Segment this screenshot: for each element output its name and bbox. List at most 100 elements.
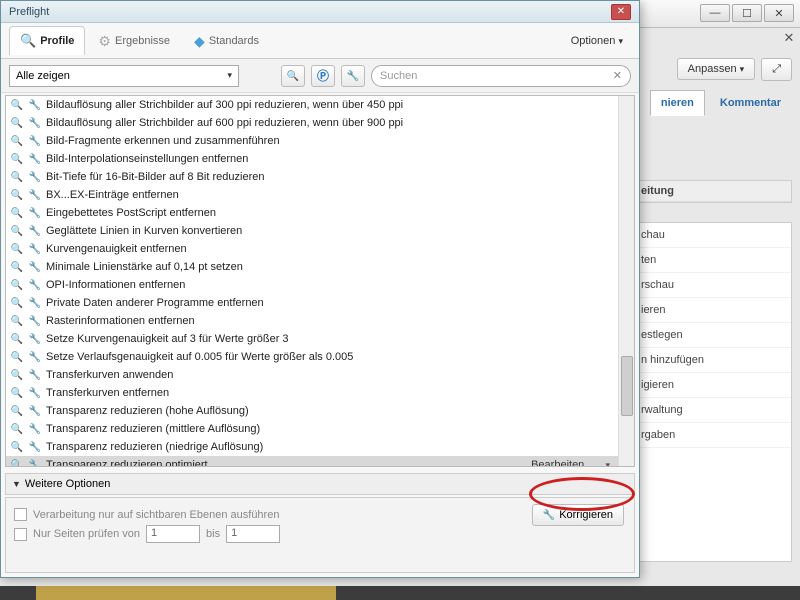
visible-layers-checkbox[interactable]: [14, 508, 27, 521]
magnifier-icon: [10, 368, 24, 382]
magnifier-icon: [10, 278, 24, 292]
dialog-titlebar: Preflight ✕: [1, 1, 639, 23]
magnifier-icon: [10, 224, 24, 238]
search-input[interactable]: Suchen ✕: [371, 65, 631, 87]
side-panel-item[interactable]: igieren: [633, 373, 791, 398]
tool-find-icon[interactable]: [281, 65, 305, 87]
list-item[interactable]: Geglättete Linien in Kurven konvertieren: [6, 222, 618, 240]
list-item[interactable]: Bit-Tiefe für 16-Bit-Bilder auf 8 Bit re…: [6, 168, 618, 186]
wrench-icon: [28, 260, 42, 274]
list-item[interactable]: Transparenz reduzieren (niedrige Auflösu…: [6, 438, 618, 456]
list-item-label: Transferkurven anwenden: [46, 369, 173, 381]
magnifier-icon: [10, 386, 24, 400]
host-min-button[interactable]: —: [700, 4, 730, 22]
tab-standards[interactable]: Standards: [183, 26, 270, 56]
magnifier-icon: [10, 98, 24, 112]
magnifier-icon: [10, 170, 24, 184]
clear-search-icon[interactable]: ✕: [613, 69, 622, 82]
panel-group-header: eitung: [633, 181, 791, 202]
list-item[interactable]: Transparenz reduzieren optimiert Bearbeit…: [6, 456, 618, 466]
panel-close-icon[interactable]: ✕: [782, 30, 796, 44]
scrollbar[interactable]: [618, 96, 634, 466]
customize-button[interactable]: Anpassen ▾: [677, 58, 756, 80]
list-item-label: Bildauflösung aller Strichbilder auf 600…: [46, 117, 403, 129]
list-item[interactable]: Minimale Linienstärke auf 0,14 pt setzen: [6, 258, 618, 276]
list-item-label: Transparenz reduzieren (mittlere Auflösu…: [46, 423, 260, 435]
list-item-label: Setze Verlaufsgenauigkeit auf 0.005 für …: [46, 351, 353, 363]
list-item[interactable]: Bildauflösung aller Strichbilder auf 600…: [6, 114, 618, 132]
expand-button[interactable]: ⤢: [761, 58, 792, 81]
list-item[interactable]: Transparenz reduzieren (mittlere Auflösu…: [6, 420, 618, 438]
host-status-strip: [0, 586, 800, 600]
list-item[interactable]: Transparenz reduzieren (hohe Auflösung): [6, 402, 618, 420]
list-item[interactable]: Bild-Interpolationseinstellungen entfern…: [6, 150, 618, 168]
side-panel-item[interactable]: rwaltung: [633, 398, 791, 423]
host-tab-comment[interactable]: Kommentar: [709, 90, 792, 116]
wrench-icon: [28, 296, 42, 310]
tool-wrench-icon[interactable]: [341, 65, 365, 87]
tool-profile-icon[interactable]: Ⓟ: [311, 65, 335, 87]
page-range-checkbox[interactable]: [14, 528, 27, 541]
side-panel-item[interactable]: n hinzufügen: [633, 348, 791, 373]
list-item[interactable]: Bild-Fragmente erkennen und zusammenführ…: [6, 132, 618, 150]
side-panel-item[interactable]: chau: [633, 223, 791, 248]
scroll-thumb[interactable]: [621, 356, 633, 416]
tab-results[interactable]: Ergebnisse: [87, 26, 181, 56]
list-item-label: Bild-Fragmente erkennen und zusammenführ…: [46, 135, 280, 147]
list-item[interactable]: Transferkurven entfernen: [6, 384, 618, 402]
preflight-dialog: Preflight ✕ Profile Ergebnisse Standards…: [0, 0, 640, 578]
list-item-label: Transferkurven entfernen: [46, 387, 169, 399]
wrench-icon: [28, 116, 42, 130]
list-item-label: Eingebettetes PostScript entfernen: [46, 207, 216, 219]
list-item[interactable]: Setze Kurvengenauigkeit auf 3 für Werte …: [6, 330, 618, 348]
page-from-field[interactable]: 1: [146, 525, 200, 543]
side-panel-item[interactable]: rgaben: [633, 423, 791, 448]
filter-combo[interactable]: Alle zeigen▾: [9, 65, 239, 87]
side-panel-item[interactable]: estlegen: [633, 323, 791, 348]
wrench-icon: [28, 386, 42, 400]
magnifier-icon: [10, 314, 24, 328]
side-panel-item[interactable]: rschau: [633, 273, 791, 298]
magnifier-icon: [10, 458, 24, 466]
list-item[interactable]: Eingebettetes PostScript entfernen: [6, 204, 618, 222]
list-item[interactable]: Rasterinformationen entfernen: [6, 312, 618, 330]
page-to-field[interactable]: 1: [226, 525, 280, 543]
fix-button[interactable]: Korrigieren: [532, 504, 624, 526]
list-item[interactable]: BX...EX-Einträge entfernen: [6, 186, 618, 204]
wrench-icon: [28, 404, 42, 418]
wrench-icon: [28, 224, 42, 238]
host-max-button[interactable]: ☐: [732, 4, 762, 22]
magnifier-icon: [10, 116, 24, 130]
host-side-panel: eitung: [632, 180, 792, 203]
wrench-icon: [28, 206, 42, 220]
item-menu-icon[interactable]: ▾: [601, 460, 614, 467]
list-item-label: Kurvengenauigkeit entfernen: [46, 243, 187, 255]
dialog-close-button[interactable]: ✕: [611, 4, 631, 20]
page-range-label: Nur Seiten prüfen von: [33, 528, 140, 540]
host-tab-sign[interactable]: nieren: [650, 90, 705, 116]
edit-button[interactable]: Bearbeiten...: [531, 459, 597, 466]
list-item[interactable]: Bildauflösung aller Strichbilder auf 300…: [6, 96, 618, 114]
more-options-bar[interactable]: ▼ Weitere Optionen: [5, 473, 635, 495]
side-panel-item[interactable]: ieren: [633, 298, 791, 323]
list-item-label: Transparenz reduzieren (niedrige Auflösu…: [46, 441, 263, 453]
list-item[interactable]: Transferkurven anwenden: [6, 366, 618, 384]
host-close-button[interactable]: ✕: [764, 4, 794, 22]
list-item-label: Setze Kurvengenauigkeit auf 3 für Werte …: [46, 333, 289, 345]
side-panel-item[interactable]: ten: [633, 248, 791, 273]
list-item[interactable]: Setze Verlaufsgenauigkeit auf 0.005 für …: [6, 348, 618, 366]
list-item[interactable]: Kurvengenauigkeit entfernen: [6, 240, 618, 258]
host-side-panel-2: chautenrschauierenestlegenn hinzufügenig…: [632, 222, 792, 562]
tab-profile[interactable]: Profile: [9, 26, 85, 55]
wrench-icon: [28, 368, 42, 382]
magnifier-icon: [10, 260, 24, 274]
list-item-label: Transparenz reduzieren optimiert: [46, 459, 208, 466]
wrench-icon: [28, 332, 42, 346]
standards-icon: [194, 33, 205, 50]
list-item[interactable]: OPI-Informationen entfernen: [6, 276, 618, 294]
magnifier-icon: [10, 350, 24, 364]
list-item[interactable]: Private Daten anderer Programme entferne…: [6, 294, 618, 312]
magnifier-icon: [10, 440, 24, 454]
magnifier-icon: [10, 134, 24, 148]
options-menu[interactable]: Optionen ▾: [563, 31, 631, 51]
